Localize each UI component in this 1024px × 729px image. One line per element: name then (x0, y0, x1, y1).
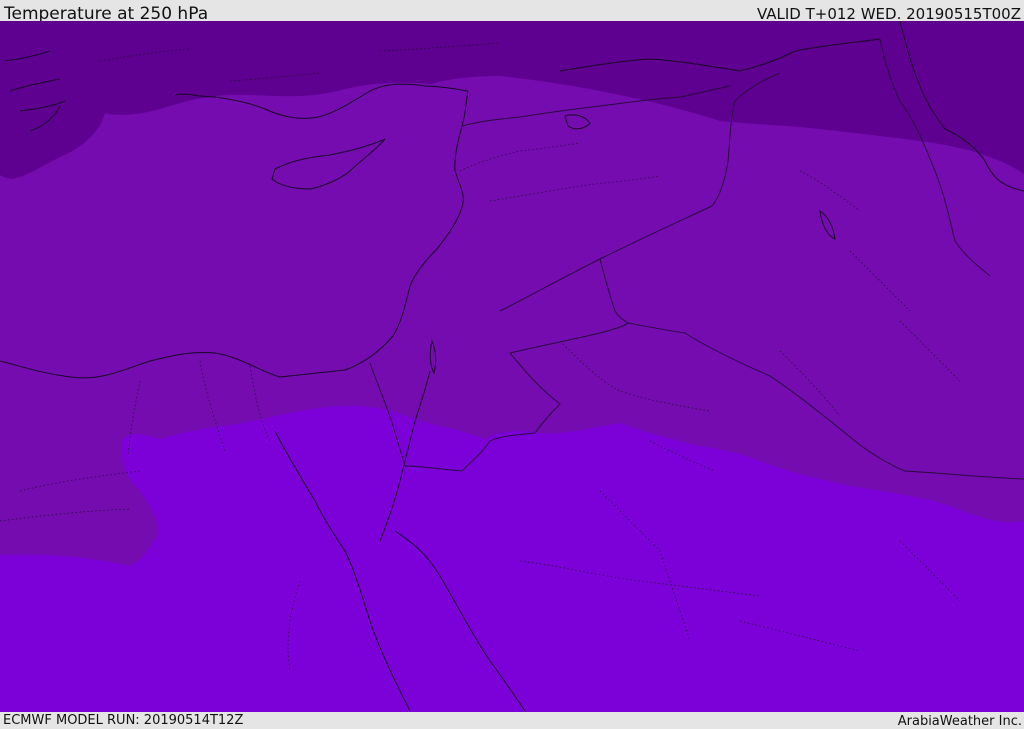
map-canvas (0, 21, 1024, 712)
credit-label: ArabiaWeather Inc. (897, 714, 1022, 729)
map-viewer: Temperature at 250 hPa VALID T+012 WED. … (0, 0, 1024, 729)
header-bar: Temperature at 250 hPa VALID T+012 WED. … (0, 0, 1024, 24)
footer-bar: ECMWF MODEL RUN: 20190514T12Z ArabiaWeat… (0, 712, 1024, 729)
model-run-label: ECMWF MODEL RUN: 20190514T12Z (3, 713, 244, 728)
temperature-map[interactable] (0, 21, 1024, 712)
